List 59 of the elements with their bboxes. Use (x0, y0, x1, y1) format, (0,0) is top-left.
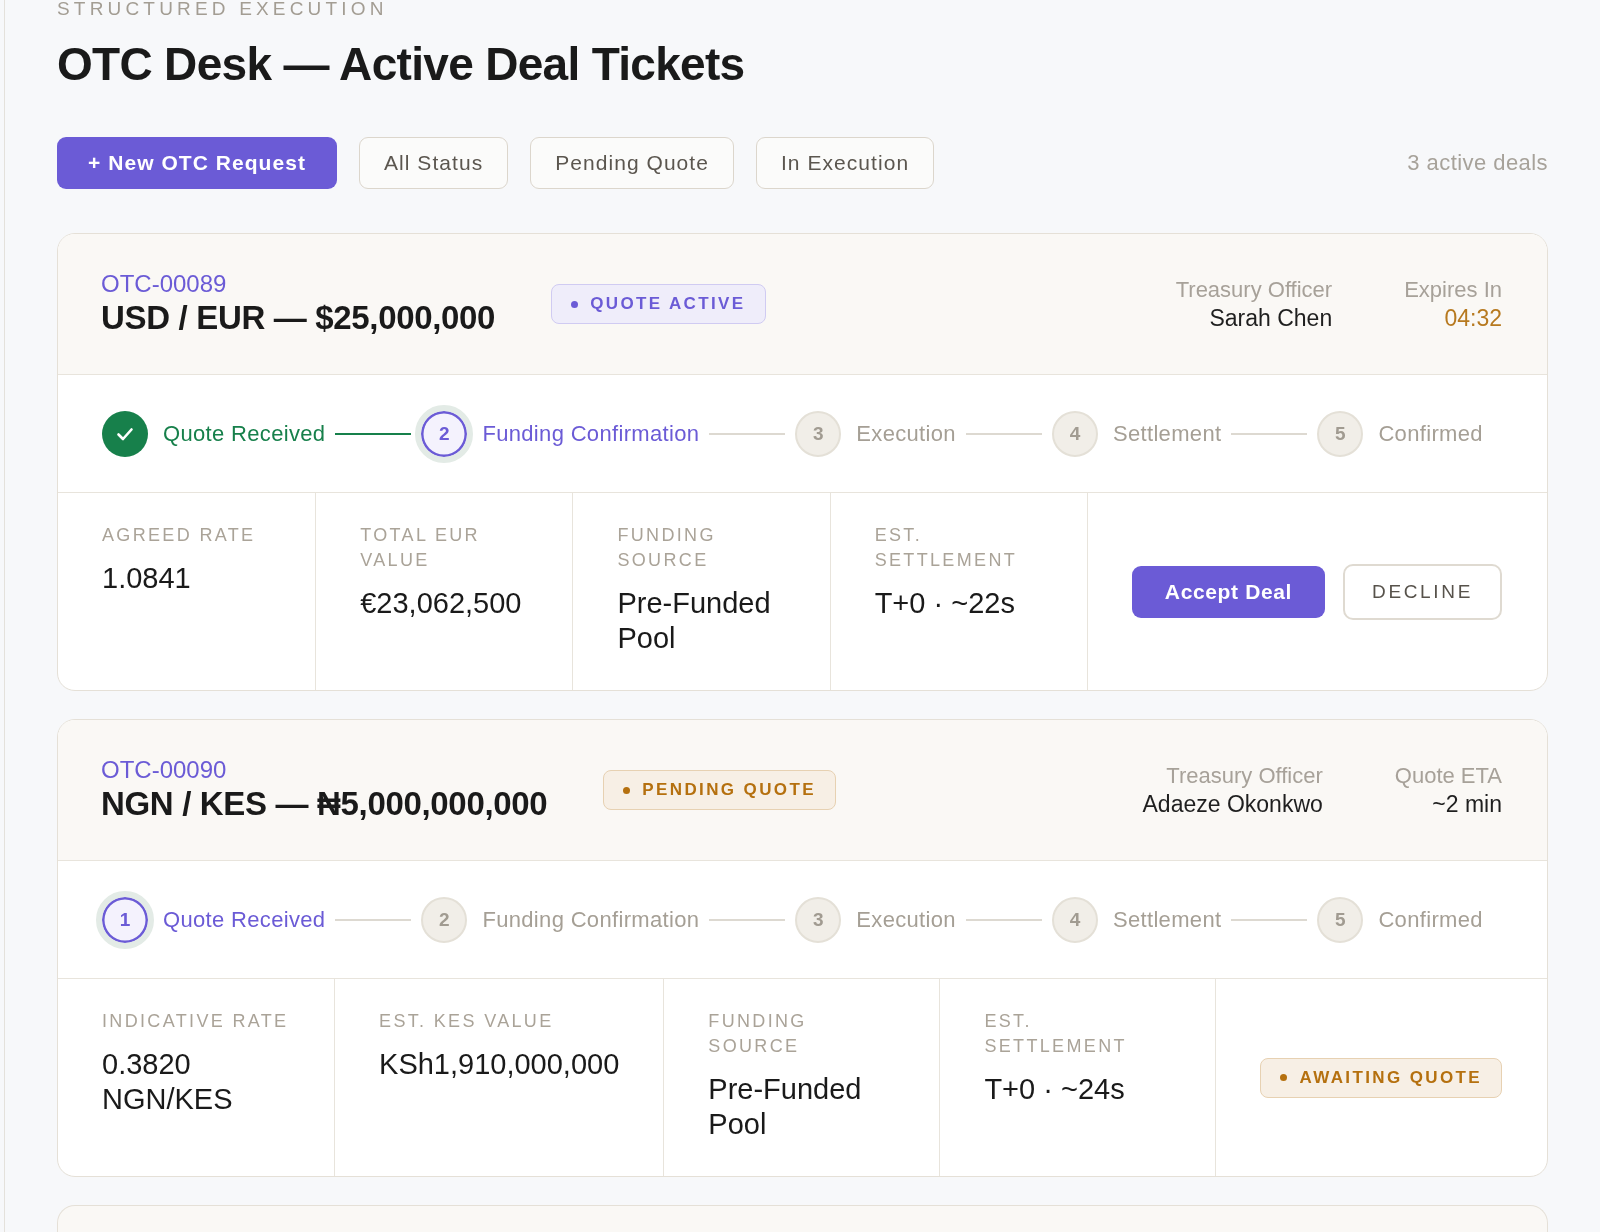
info-label: Treasury Officer (1165, 762, 1323, 790)
step-indicator: 5 (1317, 410, 1364, 457)
detail-label: INDICATIVE RATE (102, 1010, 290, 1033)
status-text: AWAITING QUOTE (1299, 1067, 1482, 1088)
step-label: Confirmed (1378, 420, 1483, 447)
step-indicator: 2 (421, 896, 468, 943)
deal-count: 3 active deals (1407, 150, 1548, 176)
step-indicator: 2 (415, 404, 474, 463)
detail-value: Pre-Funded Pool (708, 1072, 863, 1142)
new-request-button[interactable]: + New OTC Request (57, 137, 337, 189)
filter-button[interactable]: In Execution (755, 137, 935, 189)
deal-id: OTC-00089 (101, 270, 228, 298)
detail-label: FUNDING SOURCE (708, 1010, 808, 1058)
status-text: PENDING QUOTE (642, 780, 816, 800)
detail-label: EST. SETTLEMENT (874, 524, 1019, 572)
detail-label: EST. KES VALUE (379, 1010, 555, 1033)
detail-label: EST. SETTLEMENT (984, 1010, 1128, 1058)
step-label: Funding Confirmation (482, 906, 700, 933)
step-label: Funding Confirmation (482, 420, 700, 447)
deal-title: NGN / KES — ₦5,000,000,000 (101, 784, 548, 824)
step-label: Execution (856, 906, 956, 933)
step-label: Quote Received (163, 420, 326, 447)
detail-label: AGREED RATE (102, 524, 257, 547)
detail-label: TOTAL EUR VALUE (360, 524, 481, 572)
step-indicator: 3 (795, 896, 842, 943)
step-indicator: 4 (1051, 896, 1098, 943)
section-eyebrow: STRUCTURED EXECUTION (57, 0, 388, 18)
info-value: Adaeze Okonkwo (1142, 790, 1323, 818)
info-value: ~2 min (1431, 790, 1502, 818)
decline-button[interactable]: DECLINE (1343, 563, 1502, 620)
step-indicator: 4 (1051, 410, 1098, 457)
step-indicator: 3 (795, 410, 842, 457)
detail-value: 0.3820 NGN/KES (102, 1047, 234, 1117)
detail-value: 1.0841 (102, 561, 192, 596)
filter-button[interactable]: All Status (359, 137, 509, 189)
deal-title: USD / EUR — $25,000,000 (101, 298, 496, 338)
filter-button[interactable]: Pending Quote (530, 137, 734, 189)
info-label: Treasury Officer (1175, 276, 1333, 304)
detail-value: KSh1,910,000,000 (379, 1047, 620, 1082)
info-label: Quote ETA (1394, 762, 1502, 790)
detail-value: €23,062,500 (360, 586, 523, 621)
step-indicator: 1 (96, 890, 154, 949)
info-value: Sarah Chen (1208, 304, 1333, 332)
step-label: Execution (856, 420, 956, 447)
step-indicator: 5 (1317, 896, 1364, 943)
detail-value: Pre-Funded Pool (617, 586, 772, 656)
status-text: QUOTE ACTIVE (590, 294, 746, 314)
detail-value: T+0 · ~24s (984, 1072, 1126, 1107)
step-label: Settlement (1112, 420, 1222, 447)
page-title: OTC Desk — Active Deal Tickets (57, 37, 745, 92)
step-label: Quote Received (163, 906, 326, 933)
step-label: Settlement (1112, 906, 1222, 933)
accept-button[interactable]: Accept Deal (1131, 565, 1325, 618)
detail-value: T+0 · ~22s (874, 586, 1016, 621)
info-label: Expires In (1404, 276, 1502, 304)
info-value: 04:32 (1443, 304, 1502, 332)
deal-id: OTC-00090 (101, 756, 228, 784)
step-label: Confirmed (1378, 906, 1483, 933)
detail-label: FUNDING SOURCE (617, 524, 717, 572)
